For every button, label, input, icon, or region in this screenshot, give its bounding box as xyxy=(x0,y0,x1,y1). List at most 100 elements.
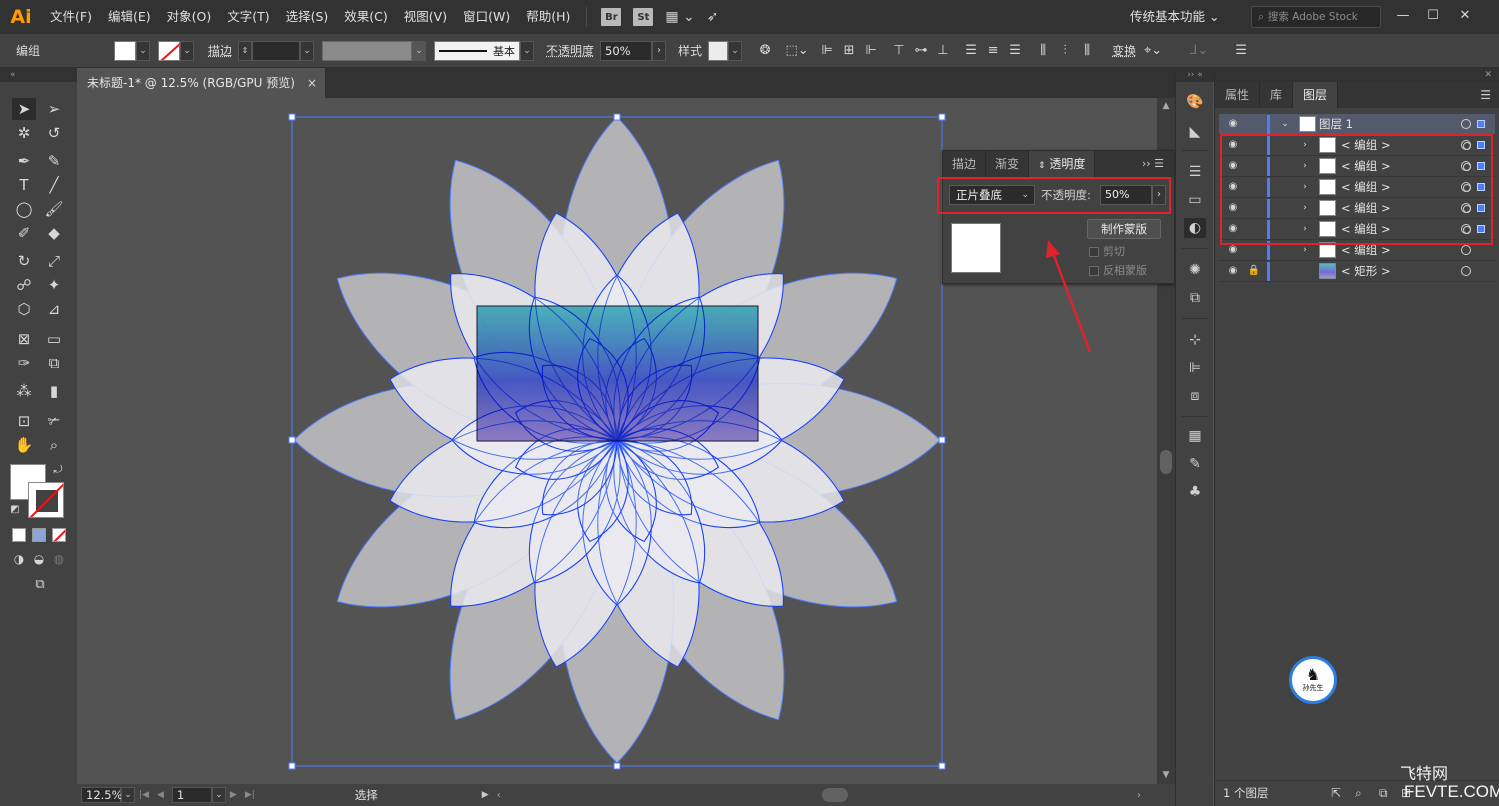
color-guide-icon[interactable]: 🎨 xyxy=(1184,92,1206,112)
menu-window[interactable]: 窗口(W) xyxy=(455,0,518,34)
arrange-documents-icon[interactable]: ▦ ⌄ xyxy=(665,9,694,25)
distribute-horizontal-center-icon[interactable]: ⫶ xyxy=(1054,41,1076,61)
tab-libraries[interactable]: 库 xyxy=(1260,82,1294,108)
selection-handle[interactable] xyxy=(613,113,621,121)
layer-row-rectangle[interactable]: ◉ 🔒 < 矩形 > xyxy=(1219,261,1495,282)
stroke-label[interactable]: 描边 xyxy=(202,42,238,59)
horizontal-scroll-thumb[interactable] xyxy=(822,788,848,802)
visibility-eye-icon[interactable]: ◉ xyxy=(1225,114,1241,134)
stock-search-box[interactable]: ⌕ 搜索 Adobe Stock xyxy=(1251,6,1381,28)
pen-tool-icon[interactable]: ✒ xyxy=(12,150,36,172)
scale-tool-icon[interactable]: ⤢ xyxy=(42,250,66,272)
direct-selection-tool-icon[interactable]: ➢ xyxy=(42,98,66,120)
brush-dropdown[interactable]: ⌄ xyxy=(520,40,535,61)
clip-checkbox[interactable]: 剪切 xyxy=(1089,244,1173,260)
stroke-color-dropdown[interactable]: ⌄ xyxy=(180,40,195,61)
menu-view[interactable]: 视图(V) xyxy=(396,0,455,34)
draw-behind-icon[interactable]: ◒ xyxy=(30,550,48,568)
next-artboard-icon[interactable]: ▶ xyxy=(230,790,237,800)
align-to-icon[interactable]: ⬚⌄ xyxy=(785,41,808,61)
align-top-icon[interactable]: ⊤ xyxy=(888,41,910,61)
ellipse-tool-icon[interactable]: ◯ xyxy=(12,198,36,220)
last-artboard-icon[interactable]: ▶| xyxy=(245,790,255,800)
selection-indicator[interactable] xyxy=(1477,120,1485,128)
none-mode-button[interactable] xyxy=(52,528,66,542)
dock-grip[interactable]: ›› « xyxy=(1176,68,1214,82)
stroke-weight-dropdown[interactable]: ⌄ xyxy=(300,40,315,61)
selection-handle[interactable] xyxy=(288,436,296,444)
blend-tool-icon[interactable]: ⧉ xyxy=(42,352,66,374)
align-right-icon[interactable]: ⊩ xyxy=(860,41,882,61)
close-document-icon[interactable]: × xyxy=(307,68,317,98)
selection-handle[interactable] xyxy=(938,113,946,121)
symbols-icon[interactable]: ♣ xyxy=(1184,482,1206,502)
menu-help[interactable]: 帮助(H) xyxy=(518,0,578,34)
panel-menu-icon[interactable]: ☰ xyxy=(1480,82,1491,108)
gradient-panel-icon[interactable]: ▭ xyxy=(1184,190,1206,210)
target-icon[interactable] xyxy=(1461,266,1471,276)
zoom-field[interactable]: 12.5% xyxy=(81,787,123,803)
gradient-mode-button[interactable] xyxy=(32,528,46,542)
selection-handle[interactable] xyxy=(613,762,621,770)
type-tool-icon[interactable]: T xyxy=(12,174,36,196)
column-graph-tool-icon[interactable]: ▮ xyxy=(42,380,66,402)
selection-handle[interactable] xyxy=(938,762,946,770)
graphic-style-swatch[interactable] xyxy=(708,40,729,61)
menu-edit[interactable]: 编辑(E) xyxy=(100,0,159,34)
isolate-group-icon[interactable]: ⌖⌄ xyxy=(1142,41,1164,61)
scroll-left-icon[interactable]: ‹ xyxy=(497,790,501,801)
vertical-scroll-thumb[interactable] xyxy=(1160,450,1172,474)
draw-inside-icon[interactable]: ◍ xyxy=(50,550,68,568)
pathfinder-icon[interactable]: ⧈ xyxy=(1184,386,1206,406)
bridge-button[interactable]: Br xyxy=(601,8,622,26)
zoom-tool-icon[interactable]: ⌕ xyxy=(42,434,66,456)
shape-builder-tool-icon[interactable]: ⬡ xyxy=(12,298,36,320)
brushes-icon[interactable]: ✎ xyxy=(1184,454,1206,474)
distribute-top-icon[interactable]: ☰ xyxy=(960,41,982,61)
target-icon[interactable] xyxy=(1461,245,1471,255)
workspace-switcher[interactable]: 传统基本功能 ⌄ xyxy=(1130,0,1219,34)
puppet-warp-tool-icon[interactable]: ✦ xyxy=(42,274,66,296)
lasso-tool-icon[interactable]: ↺ xyxy=(42,122,66,144)
paintbrush-tool-icon[interactable]: 🖌 xyxy=(42,198,66,220)
align-bottom-icon[interactable]: ⊥ xyxy=(932,41,954,61)
gradient-tool-icon[interactable]: ▭ xyxy=(42,328,66,350)
appearance-panel-icon[interactable]: ✺ xyxy=(1184,260,1206,280)
artboard-tool-icon[interactable]: ⊡ xyxy=(12,410,36,432)
shape-builder-options-icon[interactable]: ⅃⌄ xyxy=(1188,41,1210,61)
visibility-eye-icon[interactable]: ◉ xyxy=(1225,261,1241,281)
distribute-vertical-center-icon[interactable]: ≡ xyxy=(982,41,1004,61)
mesh-tool-icon[interactable]: ⊠ xyxy=(12,328,36,350)
swatches-icon[interactable]: ▦ xyxy=(1184,426,1206,446)
graphic-style-dropdown[interactable]: ⌄ xyxy=(728,40,743,61)
layers-panel-grip[interactable]: ✕ xyxy=(1215,68,1499,82)
menu-select[interactable]: 选择(S) xyxy=(278,0,337,34)
artboard-number-field[interactable]: 1 xyxy=(171,787,212,803)
lock-icon[interactable]: 🔒 xyxy=(1247,261,1261,281)
tab-stroke[interactable]: 描边 xyxy=(943,151,987,177)
first-artboard-icon[interactable]: |◀ xyxy=(139,790,149,800)
brush-definition[interactable]: 基本 xyxy=(434,40,521,61)
stock-button[interactable]: St xyxy=(633,8,654,26)
align-horizontal-center-icon[interactable]: ⊞ xyxy=(838,41,860,61)
line-segment-tool-icon[interactable]: ╱ xyxy=(42,174,66,196)
tab-gradient[interactable]: 渐变 xyxy=(986,151,1030,177)
clipping-mask-icon[interactable]: ⧉ xyxy=(1379,781,1388,805)
sublayer-name[interactable]: < 矩形 > xyxy=(1341,261,1391,281)
layer-row-1[interactable]: ◉ ⌄ 图层 1 xyxy=(1219,114,1495,135)
opacity-slider-button[interactable]: › xyxy=(652,40,667,61)
swap-colors-icon[interactable]: ⤾ xyxy=(50,462,66,478)
perspective-grid-tool-icon[interactable]: ⊿ xyxy=(42,298,66,320)
opacity-field[interactable]: 50% xyxy=(600,40,653,61)
menu-effect[interactable]: 效果(C) xyxy=(336,0,395,34)
slice-tool-icon[interactable]: ✃ xyxy=(42,410,66,432)
selection-tool-icon[interactable]: ➤ xyxy=(12,98,36,120)
tab-layers[interactable]: 图层 xyxy=(1293,82,1339,108)
selection-handle[interactable] xyxy=(288,113,296,121)
stroke-color-box[interactable] xyxy=(28,482,64,518)
stroke-weight-stepper[interactable]: ⇕ xyxy=(238,40,253,61)
curvature-tool-icon[interactable]: ✎ xyxy=(42,150,66,172)
recolor-artwork-icon[interactable]: ❂ xyxy=(754,41,776,61)
close-window-button[interactable]: ✕ xyxy=(1452,4,1478,28)
color-mode-button[interactable] xyxy=(12,528,26,542)
